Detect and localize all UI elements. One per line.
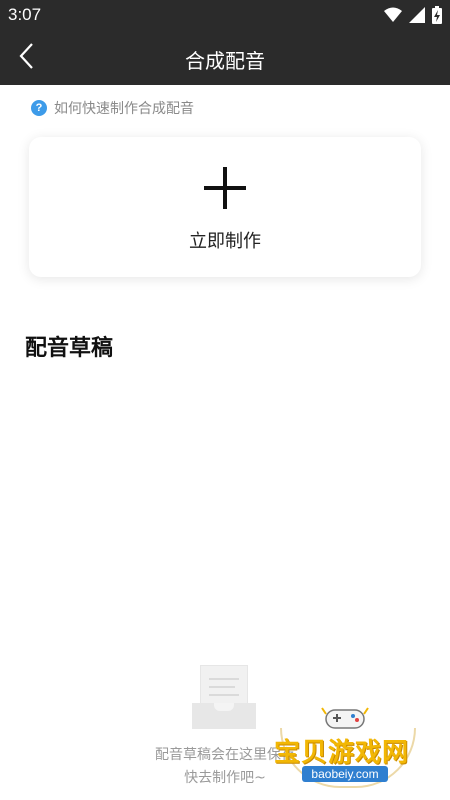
page-title: 合成配音	[185, 49, 265, 73]
create-now-label: 立即制作	[189, 231, 261, 252]
watermark: 宝贝游戏网 baobeiy.com	[272, 700, 422, 795]
help-link-text: 如何快速制作合成配音	[54, 101, 194, 117]
battery-charging-icon	[432, 6, 442, 28]
watermark-text: 宝贝游戏网	[274, 738, 410, 768]
empty-drafts-icon	[192, 665, 258, 731]
help-link[interactable]: ? 如何快速制作合成配音	[31, 98, 194, 118]
create-now-card[interactable]: 立即制作	[29, 137, 421, 277]
status-icons	[384, 6, 442, 28]
plus-icon	[204, 167, 246, 209]
cellular-icon	[409, 7, 425, 27]
status-time: 3:07	[8, 5, 42, 24]
watermark-url: baobeiy.com	[302, 766, 388, 782]
status-bar: 3:07	[0, 0, 450, 30]
game-controller-icon	[320, 706, 370, 732]
app-bar: 合成配音	[0, 30, 450, 85]
wifi-icon	[384, 7, 402, 27]
question-icon: ?	[31, 100, 47, 116]
drafts-section-title: 配音草稿	[25, 336, 114, 361]
